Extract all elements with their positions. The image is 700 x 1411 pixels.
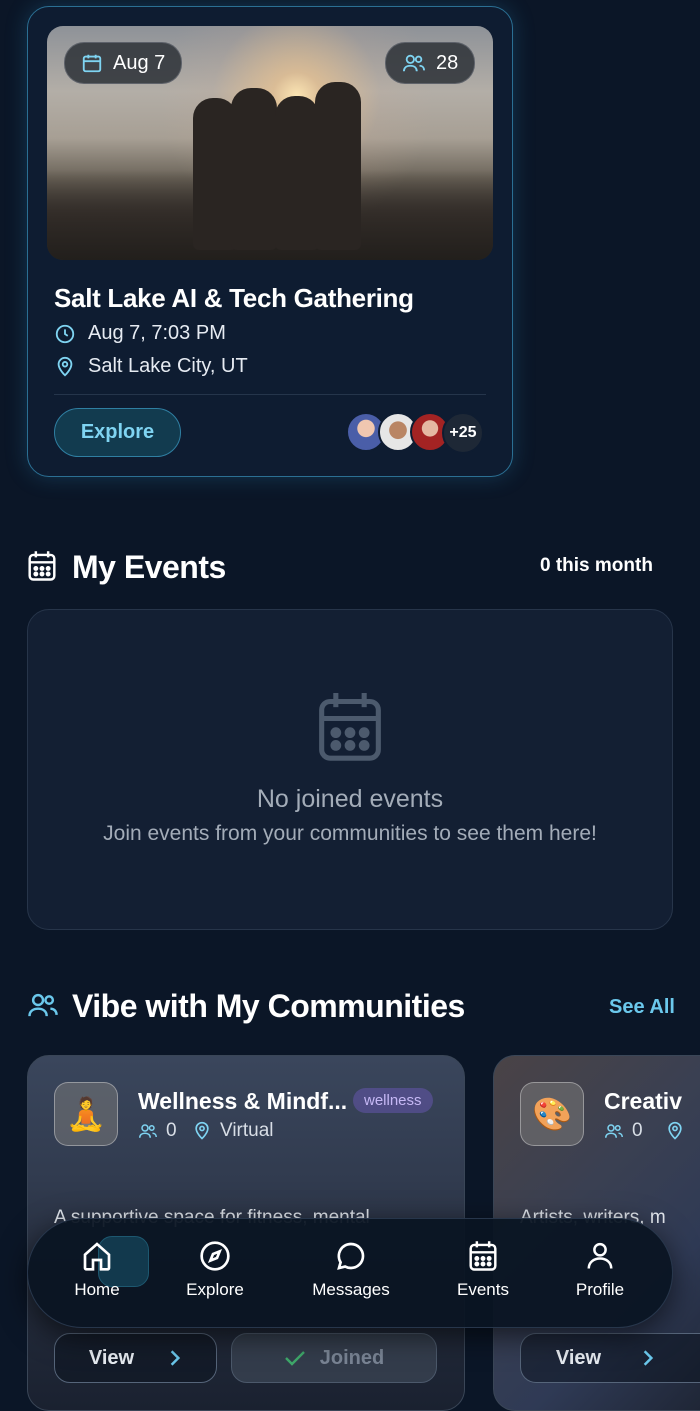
event-datetime: Aug 7, 7:03 PM [54, 322, 226, 345]
joined-button[interactable]: Joined [231, 1333, 437, 1383]
event-title[interactable]: Salt Lake AI & Tech Gathering [54, 283, 414, 314]
event-date-badge: Aug 7 [64, 42, 183, 84]
divider [54, 394, 486, 395]
clock-icon [55, 324, 75, 343]
view-community-button[interactable]: View [54, 1333, 217, 1383]
empty-events-title: No joined events [256, 785, 444, 813]
nav-home[interactable]: Home [47, 1240, 147, 1300]
compass-icon [200, 1241, 230, 1271]
event-location: Salt Lake City, UT [54, 355, 248, 378]
community-location: Virtual [192, 1120, 274, 1142]
location-pin-icon [57, 356, 73, 377]
community-members: 0 [138, 1120, 177, 1142]
community-name[interactable]: Creativ [604, 1088, 700, 1115]
event-date-text: Aug 7 [113, 51, 166, 74]
explore-button[interactable]: Explore [54, 408, 181, 457]
location-pin-icon [195, 1121, 209, 1140]
communities-title: Vibe with My Communities [72, 988, 465, 1024]
nav-profile[interactable]: Profile [550, 1240, 650, 1300]
users-icon [139, 1124, 157, 1138]
palette-icon: 🎨 [520, 1082, 584, 1146]
calendar-icon [469, 1241, 497, 1271]
location-pin-icon [667, 1121, 682, 1140]
chevron-right-icon [643, 1350, 654, 1366]
home-icon [83, 1242, 111, 1271]
empty-calendar-icon [319, 693, 381, 761]
calendar-icon [28, 551, 56, 581]
users-icon [605, 1124, 623, 1138]
calendar-icon [82, 54, 102, 73]
more-attendees-count[interactable]: +25 [442, 412, 484, 454]
meditation-icon: 🧘 [54, 1082, 118, 1146]
community-name[interactable]: Wellness & Mindf... [138, 1088, 347, 1115]
empty-events-subtitle: Join events from your communities to see… [103, 822, 597, 845]
community-tag: wellness [353, 1088, 433, 1113]
check-icon [284, 1351, 305, 1366]
attendee-count: 28 [436, 51, 459, 74]
see-all-link[interactable]: See All [609, 996, 675, 1019]
events-count-label: 0 this month [540, 555, 653, 576]
chevron-right-icon [170, 1350, 181, 1366]
users-icon [28, 993, 58, 1017]
attendee-count-badge: 28 [385, 42, 476, 84]
nav-explore[interactable]: Explore [165, 1240, 265, 1300]
nav-events[interactable]: Events [433, 1240, 533, 1300]
message-icon [337, 1242, 365, 1270]
community-members: 0 [604, 1120, 700, 1142]
my-events-title: My Events [72, 549, 226, 585]
empty-events-card [27, 609, 673, 930]
nav-messages[interactable]: Messages [301, 1240, 401, 1300]
user-icon [587, 1242, 613, 1269]
view-community-button[interactable]: View [520, 1333, 700, 1383]
users-icon [403, 54, 425, 72]
